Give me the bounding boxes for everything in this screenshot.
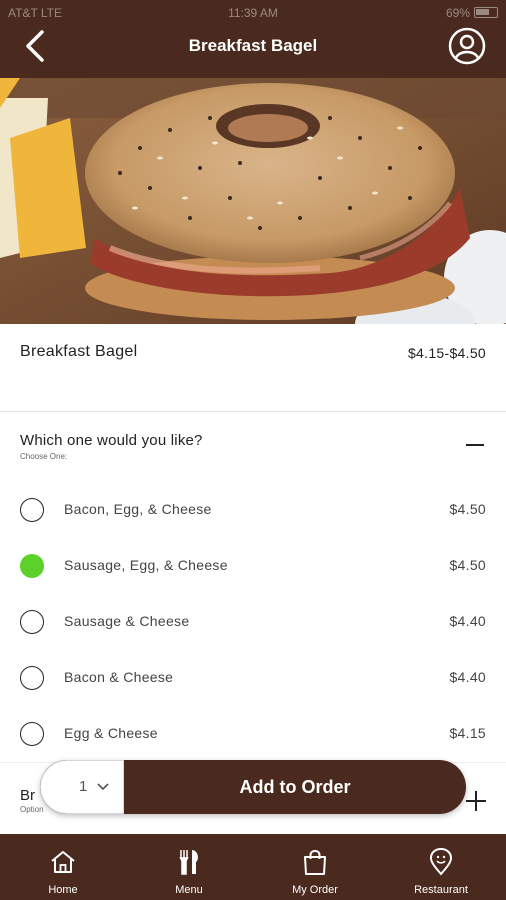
radio-button-selected[interactable] (20, 554, 44, 578)
tab-label: Menu (175, 884, 203, 896)
option-label: Sausage & Cheese (64, 613, 190, 629)
radio-button-unselected[interactable] (20, 498, 44, 522)
location-pin-icon (429, 848, 453, 876)
battery-percent: 69% (445, 6, 470, 20)
fork-knife-icon (179, 850, 198, 875)
option-label: Sausage, Egg, & Cheese (64, 557, 228, 573)
tab-label: Home (48, 884, 78, 896)
option-price: $4.15 (449, 725, 486, 741)
option-group-header[interactable]: Which one would you like? Choose One: (0, 412, 506, 482)
radio-button-unselected[interactable] (20, 610, 44, 634)
battery-icon (474, 7, 498, 18)
tab-my-order[interactable]: My Order (252, 834, 378, 900)
option-row[interactable]: Sausage & Cheese $4.40 (0, 594, 506, 650)
quantity-selector[interactable]: 1 (40, 760, 124, 814)
next-option-group-instruction: Option (20, 805, 44, 814)
tab-restaurant[interactable]: Restaurant (378, 834, 504, 900)
tab-home[interactable]: Home (0, 834, 126, 900)
status-bar: AT&T LTE 11:39 AM 69% (0, 6, 506, 20)
page-title: Breakfast Bagel (188, 36, 318, 55)
option-price: $4.50 (449, 501, 486, 517)
product-name: Breakfast Bagel (20, 343, 138, 360)
product-image (0, 78, 506, 324)
tab-label: Restaurant (414, 884, 468, 896)
option-row[interactable]: Bacon, Egg, & Cheese $4.50 (0, 482, 506, 538)
radio-button-unselected[interactable] (20, 722, 44, 746)
option-price: $4.40 (449, 613, 486, 629)
option-label: Egg & Cheese (64, 725, 158, 741)
tab-menu[interactable]: Menu (126, 834, 252, 900)
option-label: Bacon & Cheese (64, 669, 174, 685)
order-bar: 1 Add to Order (40, 760, 466, 814)
option-row[interactable]: Bacon & Cheese $4.40 (0, 650, 506, 706)
option-row[interactable]: Egg & Cheese $4.15 (0, 706, 506, 762)
quantity-value: 1 (79, 778, 88, 795)
product-price-range: $4.15-$4.50 (407, 345, 486, 361)
bottom-tab-bar: Home Menu My Order Restaurant (0, 834, 506, 900)
option-label: Bacon, Egg, & Cheese (64, 501, 212, 517)
home-icon (51, 851, 75, 873)
status-time: 11:39 AM (228, 6, 278, 20)
option-group-question: Which one would you like? (20, 432, 203, 449)
chevron-down-icon (97, 783, 109, 791)
next-option-group-label: Br (20, 787, 35, 804)
radio-button-unselected[interactable] (20, 666, 44, 690)
tab-label: My Order (292, 884, 338, 896)
option-price: $4.40 (449, 669, 486, 685)
account-icon[interactable] (448, 27, 486, 65)
product-summary: Breakfast Bagel $4.15-$4.50 (0, 324, 506, 412)
add-to-order-button[interactable]: Add to Order (124, 760, 466, 814)
bagel-illustration (0, 78, 506, 324)
bag-icon (304, 849, 326, 875)
option-group-instruction: Choose One: (20, 452, 68, 461)
option-price: $4.50 (449, 557, 486, 573)
expand-plus-icon[interactable] (466, 791, 486, 811)
option-row[interactable]: Sausage, Egg, & Cheese $4.50 (0, 538, 506, 594)
top-bar: AT&T LTE 11:39 AM 69% Breakfast Bagel (0, 0, 506, 78)
collapse-minus-icon[interactable] (466, 444, 484, 446)
